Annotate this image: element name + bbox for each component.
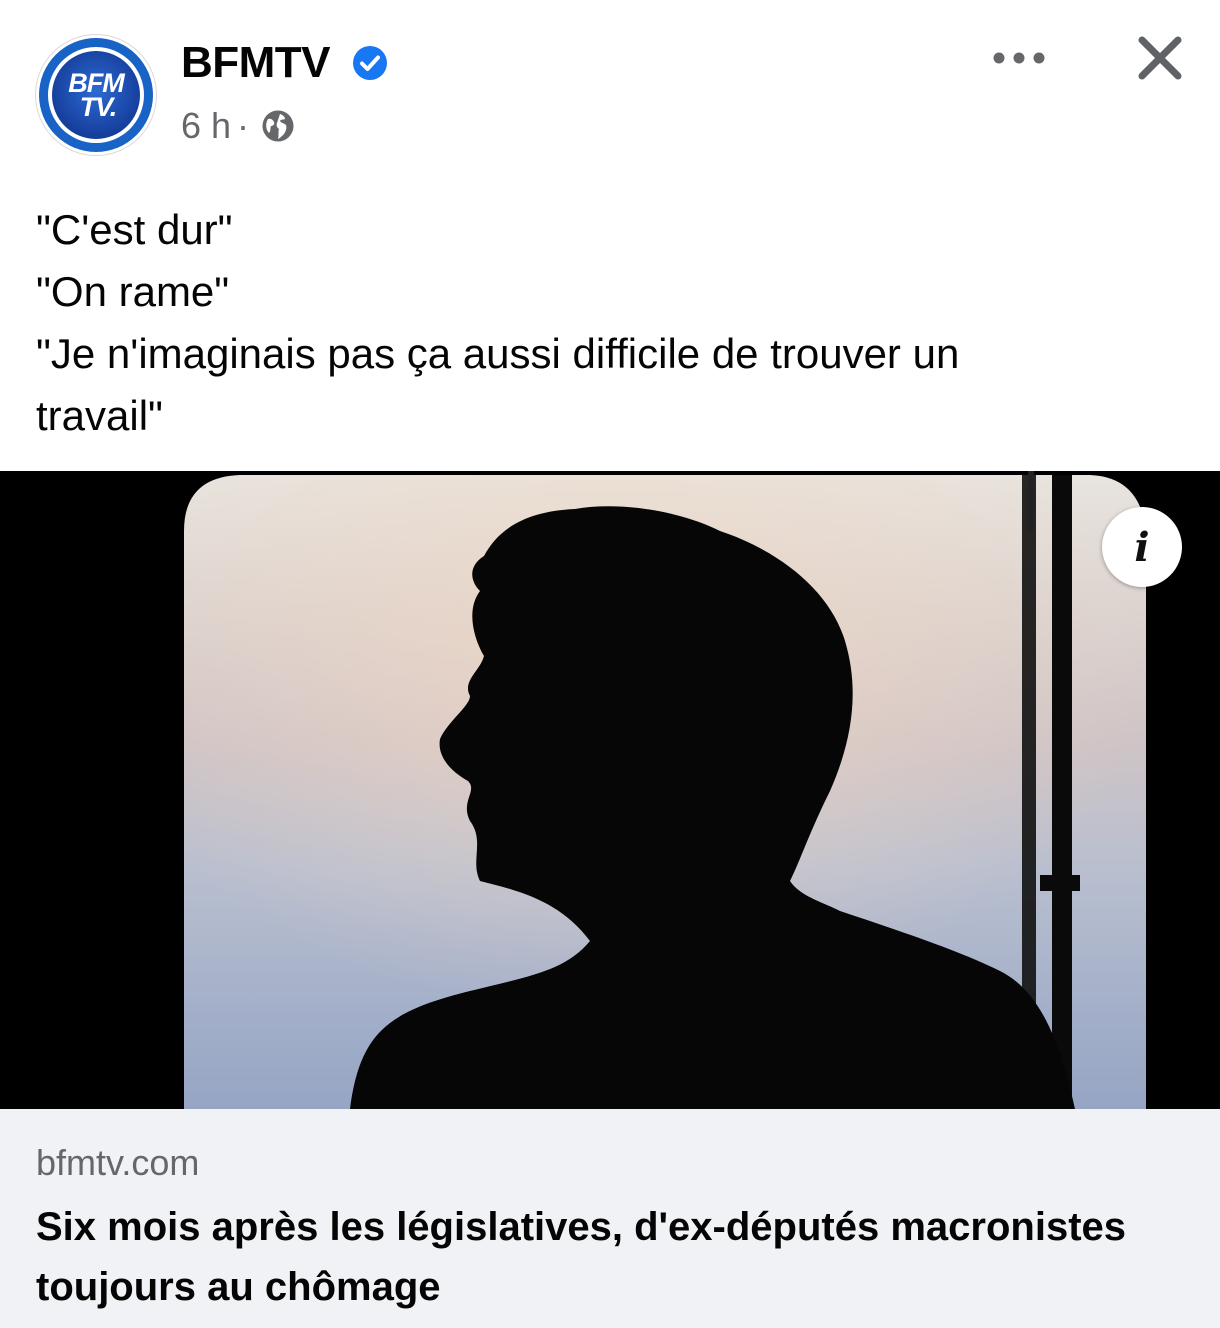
- post-timestamp[interactable]: 6 h: [181, 105, 231, 147]
- avatar-ring: BFM TV.: [39, 38, 153, 152]
- bfmtv-logo: BFM TV.: [52, 51, 140, 139]
- post-text: "C'est dur" "On rame" "Je n'imaginais pa…: [36, 199, 1186, 447]
- page-name[interactable]: BFMTV: [181, 38, 331, 88]
- post-text-line: "C'est dur": [36, 206, 233, 253]
- meta-separator: ·: [237, 105, 250, 146]
- post-text-line: travail": [36, 392, 163, 439]
- logo-text-line2: TV.: [79, 92, 118, 122]
- info-icon[interactable]: i: [1102, 507, 1182, 587]
- page-avatar[interactable]: BFM TV.: [36, 35, 156, 155]
- post-text-line: "Je n'imaginais pas ça aussi difficile d…: [36, 330, 960, 377]
- more-options-icon[interactable]: [992, 48, 1046, 68]
- link-title[interactable]: Six mois après les législatives, d'ex-dé…: [36, 1197, 1196, 1317]
- post-meta: 6 h ·: [181, 104, 295, 148]
- silhouette-photo: [0, 471, 1220, 1109]
- avatar-inner: BFM TV.: [48, 47, 144, 143]
- globe-icon: [262, 110, 294, 142]
- verified-badge-icon: [353, 46, 387, 80]
- link-preview[interactable]: bfmtv.com Six mois après les législative…: [0, 1109, 1220, 1328]
- post-image[interactable]: [0, 471, 1220, 1109]
- close-icon[interactable]: [1137, 35, 1183, 81]
- link-domain: bfmtv.com: [36, 1142, 200, 1183]
- post-text-line: "On rame": [36, 268, 230, 315]
- facebook-post: BFM TV. BFMTV 6 h · "C'est dur" "On rame…: [0, 0, 1220, 1328]
